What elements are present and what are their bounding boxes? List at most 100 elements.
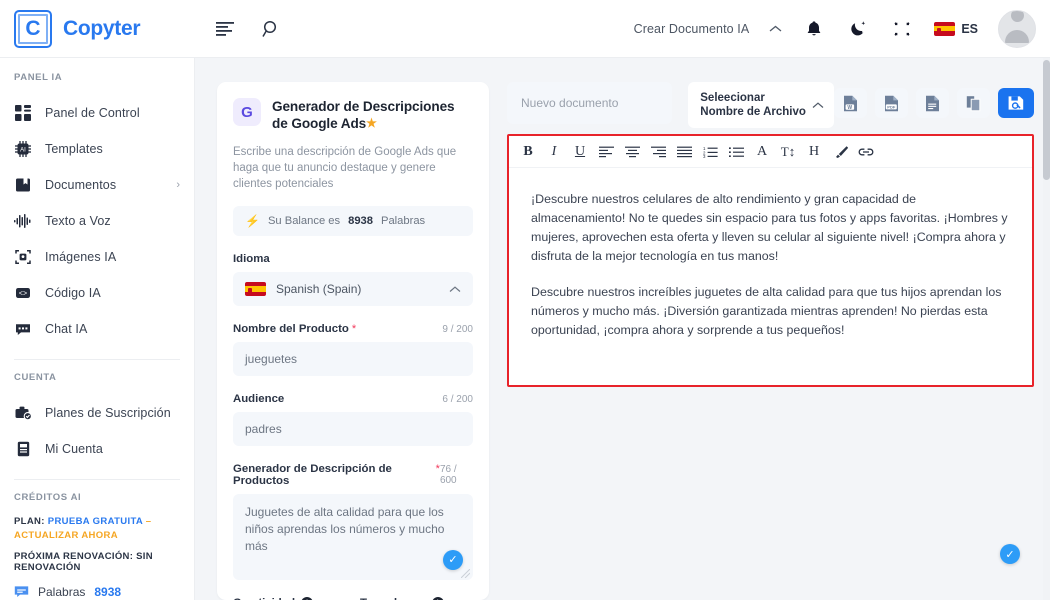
balance-banner: ⚡ Su Balance es 8938 Palabras	[233, 206, 473, 236]
sidebar-item-codigo-ia[interactable]: <> Código IA	[0, 275, 194, 311]
hamburger-icon[interactable]	[213, 17, 237, 41]
moon-icon[interactable]	[846, 17, 870, 41]
briefcase-check-icon	[14, 404, 32, 422]
product-name-input[interactable]: jueguetes	[233, 342, 473, 376]
generator-form-card: G Generador de Descripciones de Google A…	[217, 82, 489, 600]
sidebar-section-credits: CRÉDITOS AI	[0, 492, 194, 503]
svg-text:W: W	[847, 104, 852, 110]
align-center-icon[interactable]	[619, 139, 645, 165]
main-content: G Generador de Descripciones de Google A…	[195, 58, 1050, 600]
editor-content[interactable]: ¡Descubre nuestros celulares de alto ren…	[509, 168, 1032, 357]
logo-mark: C	[14, 10, 52, 48]
ordered-list-icon[interactable]: 123	[697, 139, 723, 165]
sidebar-item-label: Planes de Suscripción	[45, 406, 171, 420]
word-export-icon[interactable]: W	[834, 88, 867, 118]
field-label-idioma: Idioma	[233, 253, 270, 265]
dashboard-icon	[14, 104, 32, 122]
create-document-button[interactable]: Crear Documento IA	[634, 22, 750, 36]
align-right-icon[interactable]	[645, 139, 671, 165]
document-name-placeholder: Nuevo documento	[521, 96, 618, 110]
balance-suffix: Palabras	[381, 215, 425, 227]
font-size-icon[interactable]: T↕	[775, 139, 801, 165]
product-label-row: Nombre del Producto * 9 / 200	[233, 323, 473, 335]
audience-input[interactable]: padres	[233, 412, 473, 446]
sidebar-item-label: Mi Cuenta	[45, 442, 103, 456]
file-select-label: Seleecionar Nombre de Archivo	[700, 91, 806, 119]
brand-logo[interactable]: C Copyter	[0, 10, 195, 48]
sidebar-item-documentos[interactable]: Documentos ›	[0, 167, 194, 203]
field-label-audience: Audience	[233, 393, 284, 405]
underline-icon[interactable]: U	[567, 139, 593, 165]
form-title-wrap: Generador de Descripciones de Google Ads…	[272, 98, 473, 132]
spain-flag-icon	[934, 22, 955, 36]
plan-value: PRUEBA GRATUITA	[48, 516, 143, 527]
sidebar-item-texto-a-voz[interactable]: Texto a Voz	[0, 203, 194, 239]
search-icon[interactable]	[259, 17, 283, 41]
text-file-icon[interactable]	[916, 88, 949, 118]
sidebar-item-chat-ia[interactable]: Chat IA	[0, 311, 194, 347]
language-select[interactable]: Spanish (Spain)	[233, 272, 473, 306]
chevron-up-icon[interactable]	[769, 25, 782, 33]
pdf-export-icon[interactable]: PDF	[875, 88, 908, 118]
page-scrollbar-thumb[interactable]	[1043, 60, 1050, 180]
heading-icon[interactable]: H	[801, 139, 827, 165]
svg-text:PDF: PDF	[887, 104, 896, 109]
upgrade-now-link[interactable]: ACTUALIZAR AHORA	[14, 530, 118, 541]
save-document-icon[interactable]	[998, 88, 1034, 118]
svg-text:<>: <>	[19, 291, 27, 299]
chevron-up-icon	[806, 102, 824, 109]
spain-flag-icon	[245, 282, 266, 296]
check-circle-icon[interactable]: ✓	[1000, 544, 1020, 564]
bolt-icon: ⚡	[245, 214, 260, 228]
words-icon	[14, 584, 29, 599]
resize-grip-icon[interactable]	[461, 569, 470, 578]
credit-row-palabras: Palabras 8938	[14, 584, 180, 599]
align-justify-icon[interactable]	[671, 139, 697, 165]
avatar[interactable]	[998, 10, 1036, 48]
compress-icon[interactable]	[890, 17, 914, 41]
bold-icon[interactable]: B	[515, 139, 541, 165]
form-header: G Generador de Descripciones de Google A…	[233, 98, 473, 132]
sidebar-item-panel-de-control[interactable]: Panel de Control	[0, 95, 194, 131]
chip-ai-icon: AI	[14, 140, 32, 158]
editor-column: Nuevo documento Seleecionar Nombre de Ar…	[507, 82, 1034, 600]
sidebar-item-mi-cuenta[interactable]: Mi Cuenta	[0, 431, 194, 467]
sidebar-item-templates[interactable]: AI Templates	[0, 131, 194, 167]
bell-icon[interactable]	[802, 17, 826, 41]
badge-letter: G	[241, 104, 253, 121]
sidebar-section-account: CUENTA	[0, 372, 194, 383]
sidebar-item-label: Código IA	[45, 286, 101, 300]
required-marker: *	[352, 323, 356, 335]
chat-icon	[14, 320, 32, 338]
language-select-value: Spanish (Spain)	[276, 282, 361, 296]
generator-textarea[interactable]: Juguetes de alta calidad para que los ni…	[233, 494, 473, 580]
check-circle-icon[interactable]: ✓	[443, 550, 463, 570]
top-bar-left-icons	[195, 17, 283, 41]
align-left-icon[interactable]	[593, 139, 619, 165]
sidebar-section-ai: PANEL IA	[0, 72, 194, 83]
svg-text:AI: AI	[20, 148, 26, 154]
plan-dash: –	[146, 516, 152, 527]
sidebar-item-label: Texto a Voz	[45, 214, 111, 228]
editor-header: Nuevo documento Seleecionar Nombre de Ar…	[507, 82, 1034, 124]
copy-icon[interactable]	[957, 88, 990, 118]
form-description: Escribe una descripción de Google Ads qu…	[233, 144, 473, 192]
font-color-icon[interactable]: A	[749, 139, 775, 165]
language-selector[interactable]: ES	[934, 22, 978, 36]
link-icon[interactable]	[853, 139, 879, 165]
sidebar-divider-1	[14, 359, 180, 360]
sidebar-item-imagenes-ia[interactable]: Imágenes IA	[0, 239, 194, 275]
generator-value: Juguetes de alta calidad para que los ni…	[245, 505, 444, 553]
sidebar-item-planes-de-suscripcion[interactable]: Planes de Suscripción	[0, 395, 194, 431]
italic-icon[interactable]: I	[541, 139, 567, 165]
sidebar-item-label: Templates	[45, 142, 103, 156]
top-bar: C Copyter Crear Documento IA	[0, 0, 1050, 58]
file-name-select[interactable]: Seleecionar Nombre de Archivo	[688, 82, 834, 128]
sidebar-item-label: Documentos	[45, 178, 116, 192]
svg-text:3: 3	[703, 154, 706, 158]
bullet-list-icon[interactable]	[723, 139, 749, 165]
field-label-nombre-producto: Nombre del Producto	[233, 323, 349, 335]
document-name-input[interactable]: Nuevo documento	[507, 82, 672, 124]
brand-name: Copyter	[63, 17, 140, 41]
highlight-brush-icon[interactable]	[827, 139, 853, 165]
